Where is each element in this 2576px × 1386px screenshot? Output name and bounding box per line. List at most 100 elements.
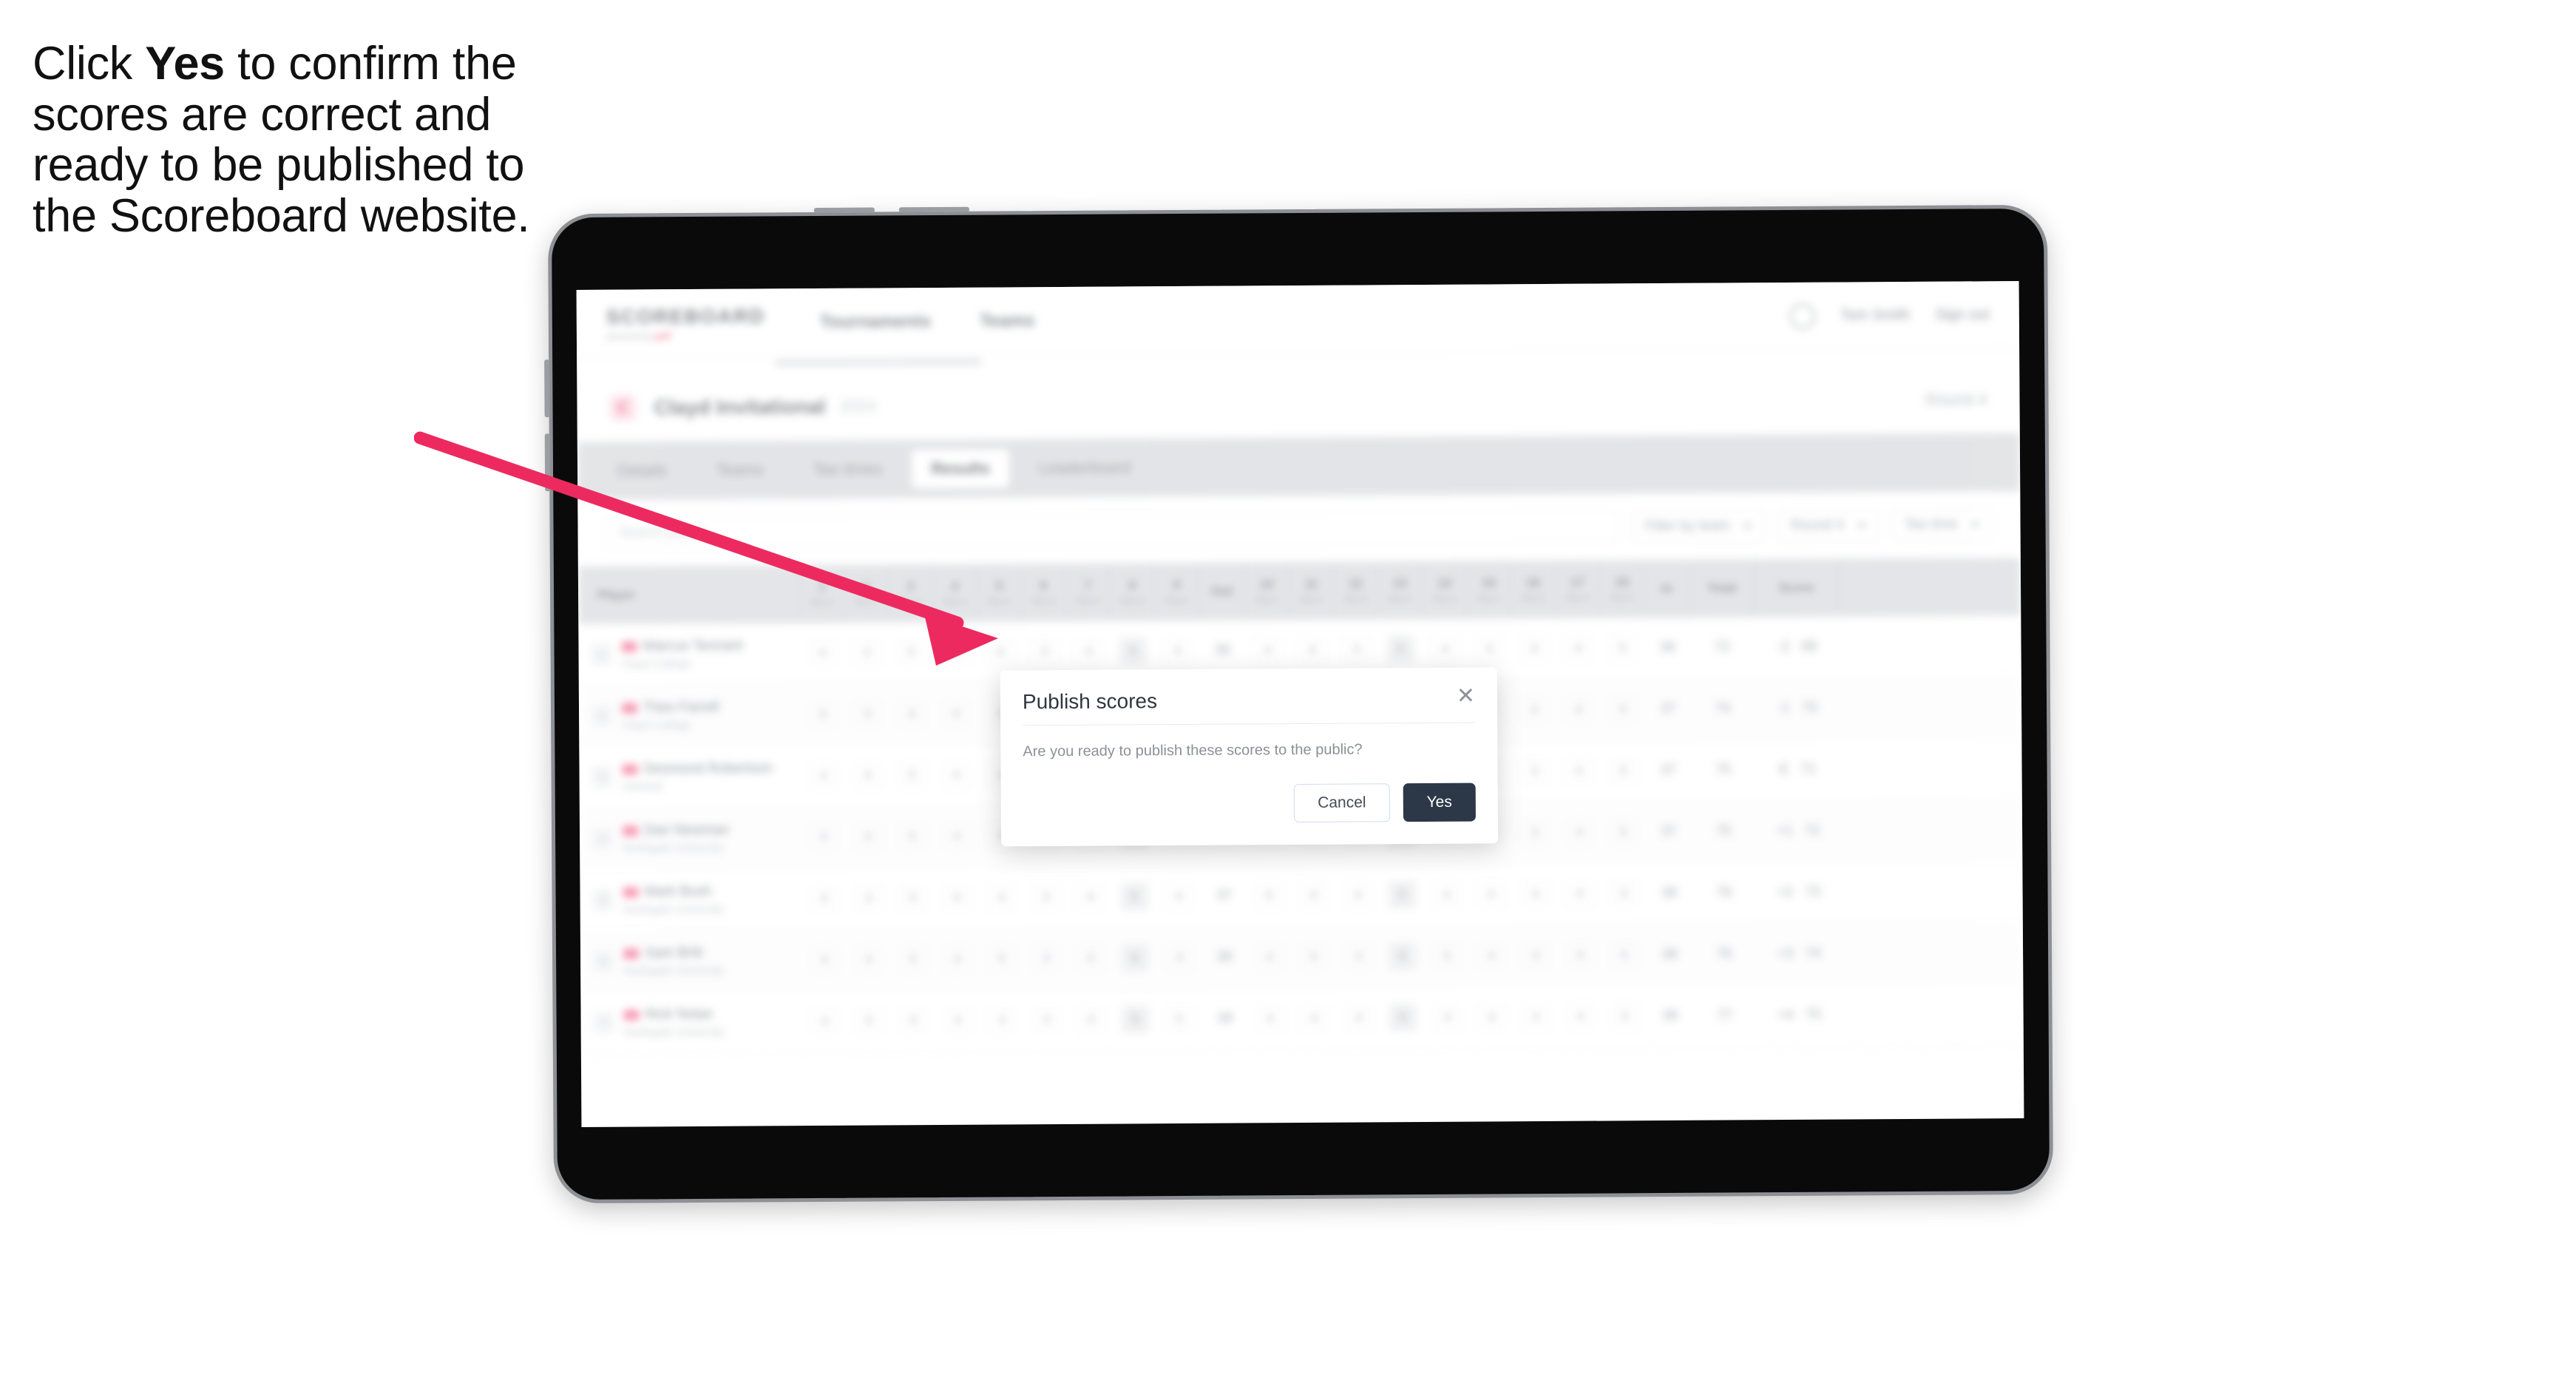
filter-team-dropdown[interactable]: Filter by team: [1632, 510, 1766, 544]
cell-hole-score[interactable]: 4: [1424, 865, 1468, 925]
cell-hole-score[interactable]: 3: [1512, 680, 1556, 740]
cell-hole-score[interactable]: 5: [1602, 924, 1647, 985]
cell-hole-score[interactable]: 4: [1556, 618, 1600, 679]
cell-hole-score[interactable]: 4: [847, 929, 891, 990]
cell-hole-score[interactable]: 5: [1425, 926, 1469, 987]
cell-hole-score[interactable]: 3: [844, 622, 889, 683]
nav-item-tournaments[interactable]: Tournaments: [820, 311, 931, 333]
cell-hole-score[interactable]: 5: [1247, 865, 1291, 926]
cell-hole-score[interactable]: 5: [1380, 987, 1425, 1048]
cell-hole-score[interactable]: 5: [847, 990, 891, 1051]
cell-hole-score[interactable]: 5: [1157, 989, 1201, 1049]
cell-hole-score[interactable]: 4: [1068, 928, 1113, 989]
cell-hole-score[interactable]: 4: [1556, 680, 1601, 740]
table-row[interactable]: 7 Rick Nolan Northgate University 4 5 5 4 4 3 4 5 5…: [580, 984, 2024, 1054]
cell-hole-score[interactable]: 4: [801, 807, 846, 868]
nav-user-name[interactable]: Tom Smith: [1840, 307, 1911, 325]
cell-hole-score[interactable]: 3: [1514, 925, 1558, 986]
cell-hole-score[interactable]: 5: [1113, 989, 1157, 1049]
cell-hole-score[interactable]: 5: [1601, 679, 1645, 740]
tab-teams[interactable]: Teams: [696, 450, 783, 490]
filter-round-dropdown[interactable]: Round 4: [1777, 509, 1879, 543]
cell-hole-score[interactable]: 4: [1068, 990, 1113, 1050]
tab-leaderboard[interactable]: Leaderboard: [1020, 448, 1150, 487]
cell-hole-score[interactable]: 4: [1468, 864, 1513, 924]
cell-hole-score[interactable]: 4: [979, 867, 1023, 927]
cell-hole-score[interactable]: 5: [1601, 740, 1645, 801]
cell-hole-score[interactable]: 5: [1112, 866, 1156, 927]
cell-hole-score[interactable]: 5: [1380, 926, 1425, 987]
cell-hole-score[interactable]: 4: [1558, 987, 1602, 1047]
cell-hole-score[interactable]: 5: [1600, 618, 1644, 678]
tab-results[interactable]: Results: [912, 449, 1009, 489]
cell-hole-score[interactable]: 5: [890, 868, 935, 928]
cell-hole-score[interactable]: 4: [1156, 866, 1201, 927]
cell-hole-score[interactable]: 5: [1601, 802, 1646, 862]
filter-tee-time-dropdown[interactable]: Tee time: [1891, 508, 1993, 542]
cell-hole-score[interactable]: 3: [1336, 926, 1380, 987]
cell-hole-score[interactable]: 4: [1425, 987, 1469, 1048]
cell-hole-score[interactable]: 5: [935, 868, 979, 928]
cell-hole-score[interactable]: 3: [1513, 802, 1557, 863]
cell-hole-score[interactable]: 3: [1511, 618, 1556, 679]
cell-hole-score[interactable]: 4: [935, 929, 980, 990]
table-row[interactable]: 6 Sam Britt Northgate University 4 4 5 4 5 3 4 5 4 3…: [580, 922, 2024, 993]
cell-hole-score[interactable]: 5: [1601, 863, 1646, 924]
cell-hole-score[interactable]: 4: [1513, 864, 1557, 924]
table-row[interactable]: 5 Mark Bush Northgate University 4 3 5 5 4 3 4 5 4 3…: [580, 861, 2023, 931]
cell-hole-score[interactable]: 3: [845, 683, 889, 744]
search-input[interactable]: Search player: [606, 510, 1619, 550]
cell-hole-score[interactable]: 4: [1558, 925, 1602, 986]
cell-hole-score[interactable]: 5: [889, 745, 934, 805]
cell-hole-score[interactable]: 4: [933, 622, 977, 683]
nav-sign-out[interactable]: Sign out: [1935, 306, 1990, 323]
cell-hole-score[interactable]: 4: [1247, 988, 1292, 1049]
power-button[interactable]: [544, 359, 550, 418]
nav-item-teams[interactable]: Teams: [980, 311, 1034, 331]
cell-hole-score[interactable]: 4: [1292, 988, 1336, 1049]
cell-hole-score[interactable]: 4: [801, 746, 845, 806]
cell-hole-score[interactable]: 4: [1247, 927, 1292, 987]
cell-hole-score[interactable]: 4: [1335, 865, 1380, 925]
cell-hole-score[interactable]: 5: [1292, 927, 1336, 987]
cell-hole-score[interactable]: 4: [1514, 987, 1558, 1047]
user-avatar-icon[interactable]: [1789, 303, 1816, 329]
cell-hole-score[interactable]: 4: [1557, 802, 1602, 863]
cell-hole-score[interactable]: 4: [801, 868, 846, 929]
cell-hole-score[interactable]: 4: [889, 683, 934, 744]
cell-hole-score[interactable]: 3: [1024, 928, 1068, 989]
cell-hole-score[interactable]: 4: [1557, 864, 1601, 924]
volume-down-button[interactable]: [898, 206, 969, 213]
cell-hole-score[interactable]: 5: [801, 684, 845, 745]
cell-hole-score[interactable]: 4: [1336, 987, 1380, 1048]
cell-hole-score[interactable]: 4: [1157, 927, 1201, 988]
cell-hole-score[interactable]: 4: [980, 990, 1024, 1050]
cell-hole-score[interactable]: 4: [934, 745, 978, 805]
cell-hole-score[interactable]: 5: [980, 928, 1024, 989]
cell-hole-score[interactable]: 5: [1602, 986, 1647, 1047]
cell-hole-score[interactable]: 5: [1113, 927, 1157, 988]
cancel-button[interactable]: Cancel: [1294, 783, 1390, 823]
cell-hole-score[interactable]: 5: [891, 929, 935, 990]
cell-hole-score[interactable]: 4: [935, 990, 980, 1051]
cell-hole-score[interactable]: 3: [1512, 741, 1556, 802]
cell-hole-score[interactable]: 4: [1469, 925, 1514, 986]
cell-hole-score[interactable]: 4: [934, 683, 978, 744]
tab-details[interactable]: Details: [598, 451, 687, 490]
yes-button[interactable]: Yes: [1403, 782, 1476, 822]
close-icon[interactable]: ✕: [1457, 683, 1475, 709]
cell-hole-score[interactable]: 3: [846, 868, 890, 928]
cell-hole-score[interactable]: 4: [1068, 867, 1112, 927]
cell-hole-score[interactable]: 4: [802, 991, 847, 1052]
cell-hole-score[interactable]: 4: [845, 745, 889, 805]
side-button[interactable]: [544, 433, 551, 492]
app-logo[interactable]: SCOREBOARD powered by golf: [606, 305, 765, 341]
cell-hole-score[interactable]: 5: [889, 622, 933, 683]
cell-hole-score[interactable]: 4: [1469, 987, 1514, 1047]
tab-tee-times[interactable]: Tee times: [793, 450, 901, 489]
cell-hole-score[interactable]: 3: [1023, 867, 1068, 927]
cell-hole-score[interactable]: 3: [1024, 990, 1068, 1050]
cell-hole-score[interactable]: 4: [802, 930, 847, 990]
cell-hole-score[interactable]: 4: [1556, 741, 1601, 802]
cell-hole-score[interactable]: 4: [935, 806, 979, 867]
